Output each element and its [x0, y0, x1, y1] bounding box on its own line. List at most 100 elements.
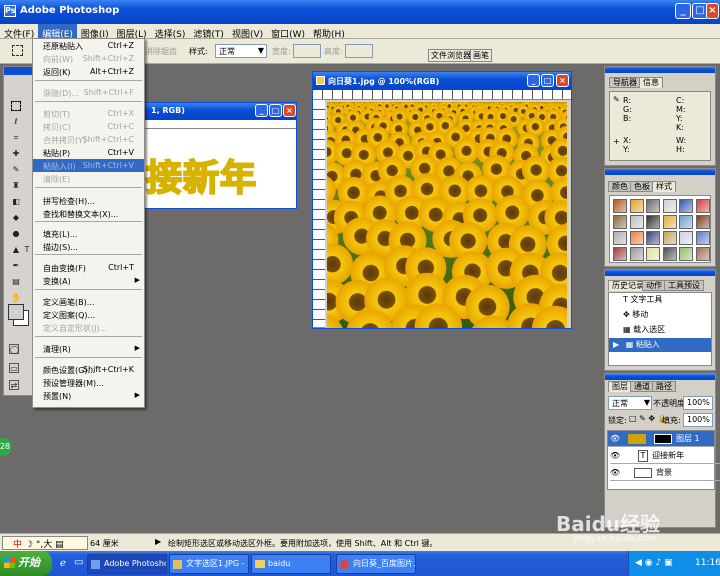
doc2-maximize-button[interactable]: □ [541, 74, 554, 87]
blur-icon[interactable]: ◆ [11, 213, 21, 223]
edit-menu-item[interactable]: 返回(K) Alt+Ctrl+Z [33, 65, 144, 78]
tab-swatches[interactable]: 色板 [630, 181, 654, 192]
eye-icon[interactable]: 👁 [610, 465, 620, 481]
path-select-icon[interactable]: ▲ [11, 245, 21, 255]
edit-menu-item[interactable]: 自由变换(F) Ctrl+T [33, 261, 144, 274]
doc1-minimize-button[interactable]: _ [255, 104, 268, 117]
doc1-maximize-button[interactable]: □ [269, 104, 282, 117]
edit-menu-item[interactable]: 查找和替换文本(X)... [33, 207, 144, 220]
tray-icons[interactable]: ◀ ◉ ♪ ▣ [635, 558, 673, 568]
height-field[interactable] [345, 44, 373, 58]
style-swatch[interactable] [629, 215, 644, 229]
style-swatch[interactable] [679, 215, 693, 229]
side-badge[interactable]: 28 [0, 438, 12, 456]
history-item[interactable]: T 文字工具 [613, 293, 713, 307]
style-swatch[interactable] [695, 247, 710, 261]
style-swatch[interactable] [679, 231, 693, 245]
quicklaunch-desktop-icon[interactable]: ▭ [74, 557, 83, 568]
style-swatch[interactable] [695, 231, 710, 245]
opacity-field[interactable]: 100% [683, 396, 713, 410]
eye-icon[interactable]: 👁 [610, 431, 620, 447]
foreground-color-swatch[interactable] [8, 304, 24, 320]
style-swatch[interactable] [613, 247, 627, 261]
tab-actions[interactable]: 动作 [642, 280, 666, 291]
tab-info[interactable]: 信息 [639, 77, 663, 88]
edit-menu-item[interactable]: 拼写检查(H)... [33, 194, 144, 207]
style-swatch[interactable] [679, 247, 693, 261]
hand-icon[interactable]: ✋ [11, 293, 21, 303]
doc2-close-button[interactable]: × [556, 74, 569, 87]
tab-layers[interactable]: 图层 [608, 381, 632, 392]
eye-icon[interactable]: 👁 [610, 448, 620, 464]
style-swatch[interactable] [662, 231, 677, 245]
style-swatch[interactable] [662, 247, 677, 261]
edit-menu-item[interactable]: 预置(N) ▶ [33, 389, 144, 402]
edit-menu-item[interactable]: 预设管理器(M)... [33, 376, 144, 389]
tab-styles[interactable]: 样式 [652, 181, 676, 192]
doc1-canvas[interactable]: 接新年 [131, 129, 296, 208]
quickmask-icon[interactable]: ◯ [9, 344, 19, 354]
start-button[interactable]: 开始 [0, 551, 52, 576]
history-item[interactable]: ▦ 载入选区 [613, 323, 713, 337]
edit-menu-item[interactable]: 定义图案(Q)... [33, 308, 144, 321]
layer-row-active[interactable]: 👁 图层 1 [608, 431, 714, 447]
history-item[interactable]: ✥ 移动 [613, 308, 713, 322]
marquee-tool-icon[interactable] [12, 45, 23, 56]
task-photoshop[interactable]: Adobe Photoshop [87, 554, 167, 574]
style-swatch[interactable] [646, 231, 660, 245]
healing-icon[interactable]: ✚ [11, 149, 21, 159]
tab-channels[interactable]: 通道 [630, 381, 654, 392]
edit-menu-item[interactable]: 描边(S)... [33, 240, 144, 253]
stamp-icon[interactable]: ♜ [11, 181, 21, 191]
style-swatch[interactable] [646, 215, 660, 229]
edit-menu-item[interactable]: 清理(R) ▶ [33, 342, 144, 355]
minimize-button[interactable]: _ [675, 3, 691, 19]
ime-toolbar[interactable]: 中 ☽ °,大 ▤ [2, 536, 88, 550]
style-select[interactable]: 正常 ▼ [215, 44, 267, 58]
marquee-icon[interactable] [11, 101, 21, 111]
tab-color[interactable]: 颜色 [608, 181, 632, 192]
edit-menu-item[interactable]: 粘贴入(I) Shift+Ctrl+V [33, 159, 144, 172]
tab-file-browser[interactable]: 文件浏览器 [428, 49, 474, 62]
edit-menu-item[interactable]: 还原粘贴入 Ctrl+Z [33, 39, 144, 52]
tab-tool-presets[interactable]: 工具预设 [664, 280, 704, 291]
style-swatch[interactable] [662, 199, 677, 213]
close-button[interactable]: × [706, 3, 719, 19]
crop-icon[interactable]: ⌗ [11, 133, 21, 143]
task-browser[interactable]: 向日葵_百度图片... [336, 554, 416, 574]
type-icon[interactable]: T [22, 245, 32, 255]
fill-field[interactable]: 100% [683, 413, 713, 427]
edit-menu-item[interactable]: 变换(A) ▶ [33, 274, 144, 287]
style-swatch[interactable] [629, 247, 644, 261]
sunflower-image[interactable] [327, 102, 567, 328]
width-field[interactable] [293, 44, 321, 58]
quicklaunch-ie-icon[interactable]: ℯ [60, 558, 66, 569]
pen-icon[interactable]: ✒ [11, 261, 21, 271]
jump-to-imageready-icon[interactable]: ⇄ [9, 380, 19, 390]
style-swatch[interactable] [646, 247, 660, 261]
dodge-icon[interactable]: ● [11, 229, 21, 239]
task-baidu-folder[interactable]: baidu [251, 554, 331, 574]
layer-row[interactable]: 👁 T 迎接新年 [610, 448, 720, 464]
style-swatch[interactable] [646, 199, 660, 213]
style-swatch[interactable] [613, 231, 627, 245]
history-item-active[interactable]: ▶ ▦ 粘贴入 [609, 338, 711, 352]
tab-navigator[interactable]: 导航器 [609, 77, 641, 88]
lasso-icon[interactable]: ℓ [11, 117, 21, 127]
tab-paths[interactable]: 路径 [652, 381, 676, 392]
layer-row[interactable]: 👁 背景 [610, 465, 720, 481]
style-swatch[interactable] [629, 231, 644, 245]
task-image-file[interactable]: 文字选区1.JPG - ... [169, 554, 249, 574]
blend-mode-select[interactable]: 正常 ▼ [608, 396, 652, 410]
brush-icon[interactable]: ✎ [11, 165, 21, 175]
style-swatch[interactable] [695, 199, 710, 213]
screen-mode-icon[interactable]: ▭ [9, 363, 19, 373]
eraser-icon[interactable]: ◧ [11, 197, 21, 207]
style-swatch[interactable] [662, 215, 677, 229]
style-swatch[interactable] [679, 199, 693, 213]
edit-menu-item[interactable]: 粘贴(P) Ctrl+V [33, 146, 144, 159]
doc1-close-button[interactable]: × [283, 104, 296, 117]
edit-menu-item[interactable]: 定义画笔(B)... [33, 295, 144, 308]
edit-menu-item[interactable]: 填充(L)... [33, 227, 144, 240]
style-swatch[interactable] [629, 199, 644, 213]
